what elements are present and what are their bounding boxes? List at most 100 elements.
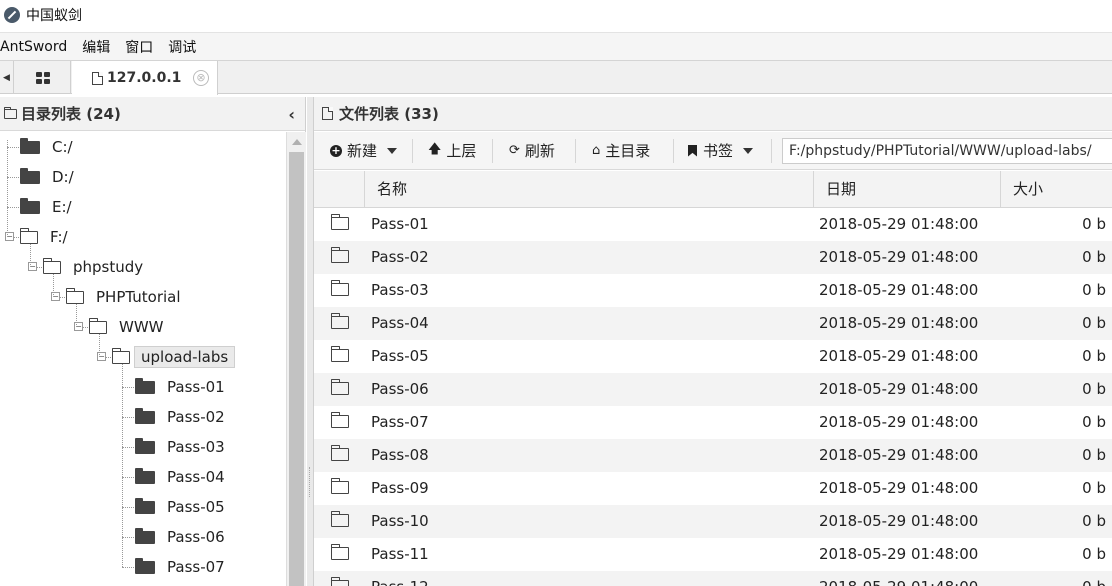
file-row[interactable]: Pass-01 2018-05-29 01:48:00 0 b xyxy=(314,208,1112,241)
tree-node[interactable]: Pass-03 xyxy=(135,432,225,462)
splitter-grip[interactable] xyxy=(309,467,310,497)
file-date-cell: 2018-05-29 01:48:00 xyxy=(819,545,979,563)
directory-panel: 目录列表 (24) ‹ C:/ D:/ E:/ − F:/− phpstudy − PHPTu… xyxy=(0,97,306,586)
scrollbar-thumb[interactable] xyxy=(289,152,304,586)
tree-node[interactable]: Pass-04 xyxy=(135,462,225,492)
folder-closed-icon xyxy=(135,497,155,514)
file-name-cell: Pass-04 xyxy=(371,314,429,332)
file-row[interactable]: Pass-11 2018-05-29 01:48:00 0 b xyxy=(314,538,1112,571)
file-size-cell: 0 b xyxy=(1082,248,1106,266)
tab-home-grid[interactable] xyxy=(15,61,71,94)
tree-node[interactable]: − phpstudy xyxy=(28,252,144,282)
tree-node[interactable]: − upload-labs xyxy=(97,342,236,372)
tree-node[interactable]: Pass-07 xyxy=(135,552,225,582)
folder-open-icon xyxy=(89,317,107,334)
tab-scroll-left-button[interactable]: ◀ xyxy=(0,61,14,94)
antsword-logo-icon xyxy=(4,7,20,23)
tree-node-label: Pass-02 xyxy=(167,408,225,426)
file-row[interactable]: Pass-10 2018-05-29 01:48:00 0 b xyxy=(314,505,1112,538)
tree-node[interactable]: Pass-02 xyxy=(135,402,225,432)
file-date-cell: 2018-05-29 01:48:00 xyxy=(819,347,979,365)
tree-node[interactable]: − F:/ xyxy=(5,222,68,252)
tree-node[interactable]: E:/ xyxy=(20,192,72,222)
file-size-cell: 0 b xyxy=(1082,347,1106,365)
file-date-cell: 2018-05-29 01:48:00 xyxy=(819,571,999,586)
directory-tree: C:/ D:/ E:/ − F:/− phpstudy − PHPTutorial − WWW − u… xyxy=(0,132,286,586)
file-name-cell: Pass-01 xyxy=(371,215,429,233)
collapse-panel-button[interactable]: ‹ xyxy=(288,105,295,124)
file-panel: 文件列表 (33) + 新建 🡅 上层 ⟳ 刷新 ⌂ 主目录 书签 F:/php… xyxy=(313,97,1112,586)
menu-window[interactable]: 窗口 xyxy=(125,37,160,57)
folder-closed-icon xyxy=(20,167,40,184)
folder-icon xyxy=(331,379,349,395)
bookmark-button[interactable]: 书签 xyxy=(688,132,754,169)
tree-node[interactable]: Pass-06 xyxy=(135,522,225,552)
tree-node-label: Pass-01 xyxy=(167,378,225,396)
folder-closed-icon xyxy=(20,197,40,214)
file-date-cell: 2018-05-29 01:48:00 xyxy=(819,413,979,431)
tree-node[interactable]: − WWW xyxy=(74,312,164,342)
tree-node-label: phpstudy xyxy=(73,258,144,276)
home-directory-label: 主目录 xyxy=(605,142,651,160)
window-title: 中国蚁剑 xyxy=(26,8,82,24)
column-header-date[interactable]: 日期 xyxy=(813,171,1001,207)
document-icon xyxy=(322,107,333,120)
file-size-cell: 0 b xyxy=(1082,215,1106,233)
tab-close-icon[interactable]: ⊗ xyxy=(193,70,209,86)
file-name-cell: Pass-07 xyxy=(371,413,429,431)
refresh-icon: ⟳ xyxy=(509,143,520,158)
path-input[interactable] xyxy=(782,138,1112,164)
tree-node[interactable]: C:/ xyxy=(20,132,73,162)
file-size-cell: 0 b xyxy=(1082,413,1106,431)
tree-node-label: Pass-07 xyxy=(167,558,225,576)
file-panel-title: 文件列表 (33) xyxy=(339,105,439,123)
tree-node-label: Pass-06 xyxy=(167,528,225,546)
chevron-down-icon xyxy=(387,147,398,154)
menu-edit[interactable]: 编辑 xyxy=(82,37,117,57)
file-name-cell: Pass-08 xyxy=(371,446,429,464)
file-row[interactable]: Pass-05 2018-05-29 01:48:00 0 b xyxy=(314,340,1112,373)
tree-node[interactable]: D:/ xyxy=(20,162,74,192)
folder-closed-icon xyxy=(135,527,155,544)
file-name-cell: Pass-11 xyxy=(371,545,429,563)
menu-debug[interactable]: 调试 xyxy=(168,37,203,57)
directory-scrollbar[interactable] xyxy=(286,132,306,586)
column-header-name[interactable]: 名称 xyxy=(364,171,814,207)
tree-node-label: Pass-04 xyxy=(167,468,225,486)
plus-circle-icon: + xyxy=(330,143,342,157)
refresh-button[interactable]: ⟳ 刷新 xyxy=(509,132,555,169)
tree-node[interactable]: Pass-05 xyxy=(135,492,225,522)
file-name-cell: Pass-02 xyxy=(371,248,429,266)
folder-open-icon xyxy=(66,287,84,304)
file-row[interactable]: Pass-07 2018-05-29 01:48:00 0 b xyxy=(314,406,1112,439)
file-row[interactable]: Pass-06 2018-05-29 01:48:00 0 b xyxy=(314,373,1112,406)
file-row[interactable]: Pass-08 2018-05-29 01:48:00 0 b xyxy=(314,439,1112,472)
file-date-cell: 2018-05-29 01:48:00 xyxy=(819,380,979,398)
column-header-size[interactable]: 大小 xyxy=(1000,171,1112,207)
scroll-up-arrow-icon[interactable] xyxy=(292,139,302,145)
directory-panel-title: 目录列表 (24) xyxy=(21,105,121,123)
file-row[interactable]: Pass-04 2018-05-29 01:48:00 0 b xyxy=(314,307,1112,340)
new-button[interactable]: + 新建 xyxy=(330,132,398,169)
tree-node[interactable]: Pass-01 xyxy=(135,372,225,402)
tree-node[interactable]: − PHPTutorial xyxy=(51,282,181,312)
chevron-down-icon xyxy=(743,147,754,154)
tree-node-label: F:/ xyxy=(50,228,68,246)
file-row[interactable]: Pass-02 2018-05-29 01:48:00 0 b xyxy=(314,241,1112,274)
file-row[interactable]: Pass-12 2018-05-29 01:48:00 0 b xyxy=(314,571,1112,586)
tab-host[interactable]: 127.0.0.1 ⊗ xyxy=(72,61,218,95)
file-panel-header: 文件列表 (33) xyxy=(314,97,1112,131)
folder-icon xyxy=(331,346,349,362)
folder-icon xyxy=(331,577,349,586)
file-date-cell: 2018-05-29 01:48:00 xyxy=(819,314,979,332)
folder-open-icon xyxy=(112,347,130,364)
file-row[interactable]: Pass-03 2018-05-29 01:48:00 0 b xyxy=(314,274,1112,307)
folder-icon xyxy=(4,106,17,119)
file-row[interactable]: Pass-09 2018-05-29 01:48:00 0 b xyxy=(314,472,1112,505)
up-level-button[interactable]: 🡅 上层 xyxy=(428,132,476,169)
file-size-cell: 0 b xyxy=(1082,281,1106,299)
home-directory-button[interactable]: ⌂ 主目录 xyxy=(592,132,650,169)
file-name-cell: Pass-10 xyxy=(371,512,429,530)
menu-antsword[interactable]: AntSword xyxy=(0,39,74,55)
directory-panel-header: 目录列表 (24) ‹ xyxy=(0,97,305,131)
